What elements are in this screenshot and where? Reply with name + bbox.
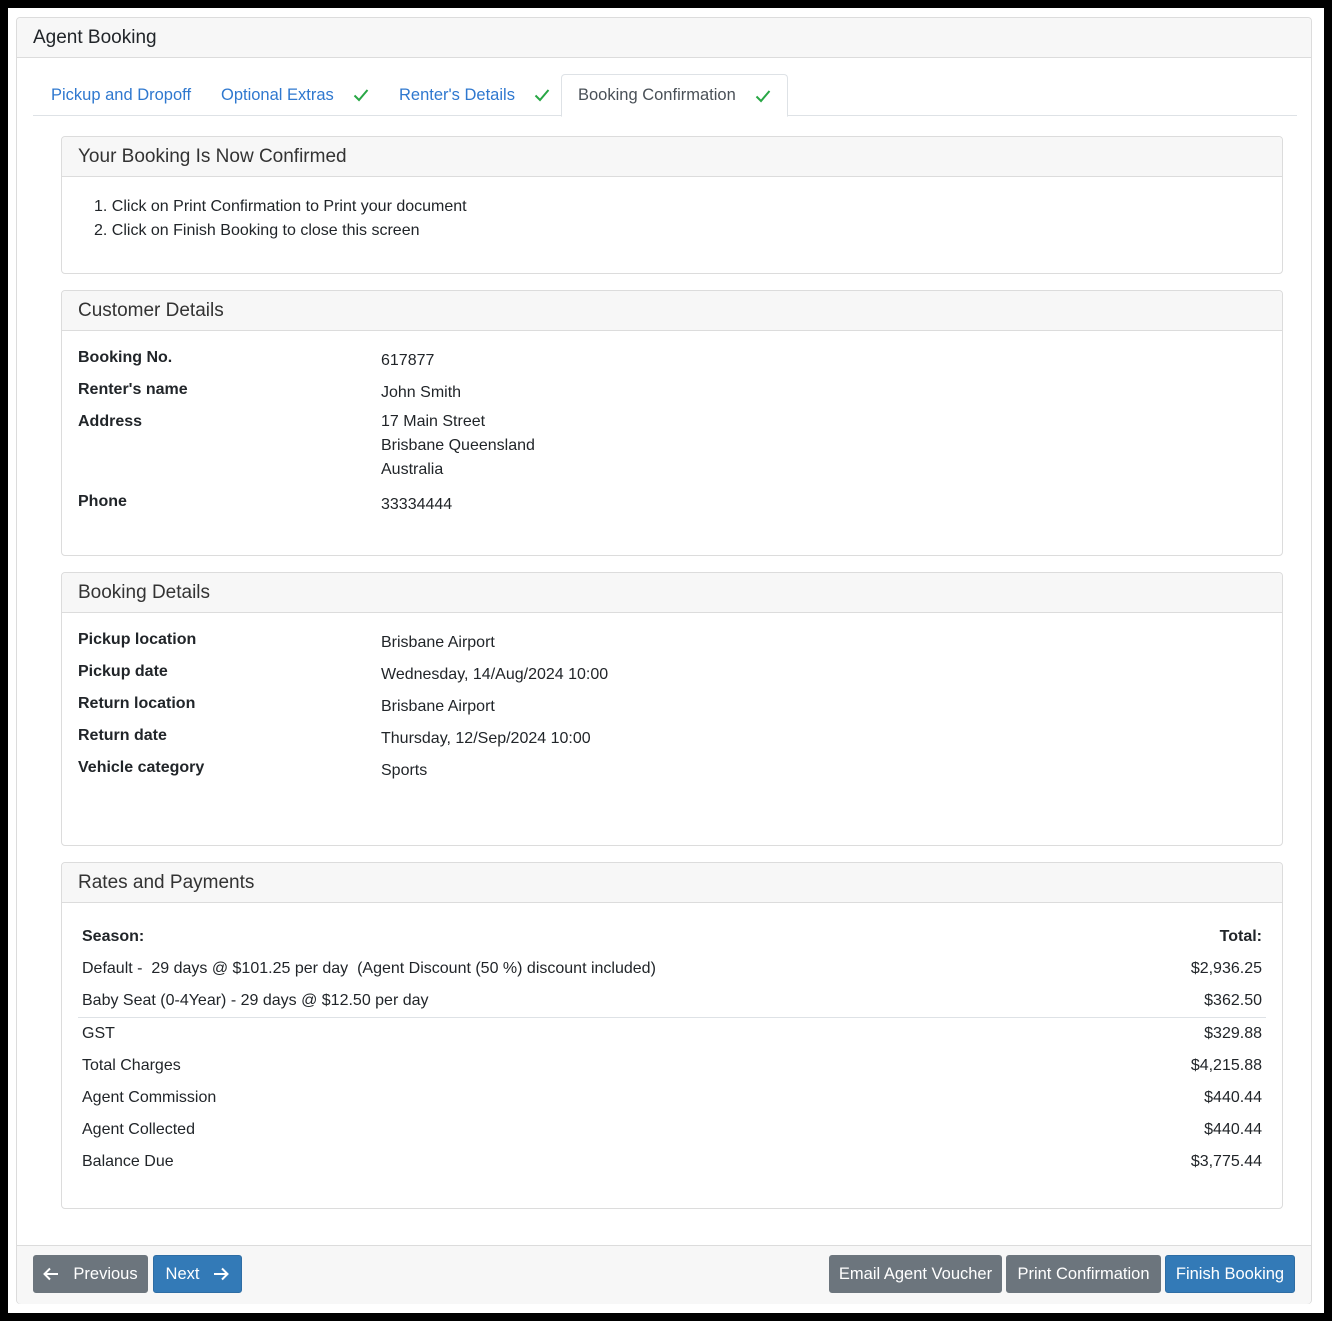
detail-label: Renter's name: [78, 381, 188, 398]
tab-booking-confirmation[interactable]: Booking Confirmation: [561, 74, 788, 117]
summary-label: Total Charges: [82, 1057, 181, 1074]
rate-amount: $362.50: [1204, 992, 1262, 1009]
finish-booking-button[interactable]: Finish Booking: [1165, 1255, 1295, 1293]
booking-details-panel: Booking Details Pickup location Brisbane…: [61, 572, 1283, 846]
table-row: Agent Commission $440.44: [78, 1082, 1266, 1114]
summary-amount: $4,215.88: [1190, 1057, 1262, 1074]
tab-label: Optional Extras: [221, 85, 334, 104]
table-row: GST $329.88: [78, 1018, 1266, 1050]
detail-label: Pickup date: [78, 663, 168, 680]
summary-amount: $440.44: [1204, 1121, 1262, 1138]
panel-title: Rates and Payments: [62, 863, 1282, 903]
next-button[interactable]: Next: [153, 1255, 242, 1293]
page: Agent Booking Pickup and Dropoff Optiona…: [8, 8, 1324, 1313]
list-item: 2. Click on Finish Booking to close this…: [94, 222, 420, 239]
button-label: Previous: [73, 1264, 138, 1283]
confirmation-panel: Your Booking Is Now Confirmed 1. Click o…: [61, 136, 1283, 274]
instruction-list: 1. Click on Print Confirmation to Print …: [94, 195, 467, 243]
previous-button[interactable]: Previous: [33, 1255, 148, 1293]
detail-label: Phone: [78, 493, 127, 510]
button-label: Email Agent Voucher: [838, 1264, 993, 1283]
rates-header-row: Season: Total:: [78, 921, 1266, 953]
tab-label: Pickup and Dropoff: [51, 85, 192, 104]
season-header: Season:: [82, 928, 145, 945]
panel-title: Booking Details: [62, 573, 1282, 613]
table-row: Baby Seat (0-4Year) - 29 days @ $12.50 p…: [78, 985, 1266, 1017]
agent-booking-card: Agent Booking Pickup and Dropoff Optiona…: [16, 17, 1312, 1304]
phone-value: 33334444: [381, 496, 453, 513]
tab-renters-details[interactable]: Renter's Details: [383, 74, 566, 116]
customer-details-panel: Customer Details Booking No. 617877 Rent…: [61, 290, 1283, 556]
table-row: Agent Collected $440.44: [78, 1114, 1266, 1146]
return-location: Brisbane Airport: [381, 698, 495, 715]
email-agent-voucher-button[interactable]: Email Agent Voucher: [829, 1255, 1002, 1293]
tab-bar: Pickup and Dropoff Optional Extras Rente…: [33, 74, 1297, 117]
footer-bar: Previous Next Email Agent Voucher Print …: [17, 1245, 1311, 1304]
detail-label: Booking No.: [78, 349, 173, 366]
check-icon: [755, 89, 771, 103]
rate-description: Default - 29 days @ $101.25 per day (Age…: [82, 960, 656, 977]
pickup-location: Brisbane Airport: [381, 634, 495, 651]
rate-amount: $2,936.25: [1190, 960, 1262, 977]
detail-label: Return date: [78, 727, 167, 744]
page-title: Agent Booking: [17, 18, 1311, 58]
tab-label: Renter's Details: [399, 85, 515, 104]
table-row: Default - 29 days @ $101.25 per day (Age…: [78, 953, 1266, 985]
panel-title: Customer Details: [62, 291, 1282, 331]
check-icon: [534, 88, 550, 102]
detail-label: Return location: [78, 695, 196, 712]
check-icon: [353, 88, 369, 102]
panel-title: Your Booking Is Now Confirmed: [62, 137, 1282, 177]
tab-pickup-dropoff[interactable]: Pickup and Dropoff: [35, 74, 207, 116]
rate-description: Baby Seat (0-4Year) - 29 days @ $12.50 p…: [82, 992, 429, 1009]
rates-payments-panel: Rates and Payments Season: Total: Defaul…: [61, 862, 1283, 1209]
table-row: Balance Due $3,775.44: [78, 1146, 1266, 1178]
print-confirmation-button[interactable]: Print Confirmation: [1006, 1255, 1161, 1293]
detail-label: Vehicle category: [78, 759, 205, 776]
summary-label: GST: [82, 1025, 115, 1042]
summary-label: Agent Collected: [82, 1121, 195, 1138]
button-label: Next: [165, 1264, 200, 1283]
booking-number: 617877: [381, 352, 435, 369]
list-item: 1. Click on Print Confirmation to Print …: [94, 198, 467, 215]
table-row: Total Charges $4,215.88: [78, 1050, 1266, 1082]
return-date: Thursday, 12/Sep/2024 10:00: [381, 730, 591, 747]
arrow-right-icon: [213, 1267, 230, 1281]
detail-label: Pickup location: [78, 631, 197, 648]
pickup-date: Wednesday, 14/Aug/2024 10:00: [381, 666, 609, 683]
summary-amount: $440.44: [1204, 1089, 1262, 1106]
button-label: Finish Booking: [1175, 1264, 1285, 1283]
renter-name: John Smith: [381, 384, 462, 401]
summary-amount: $329.88: [1204, 1025, 1262, 1042]
vehicle-category: Sports: [381, 762, 428, 779]
button-label: Print Confirmation: [1017, 1264, 1150, 1283]
tab-label: Booking Confirmation: [578, 86, 736, 104]
arrow-left-icon: [43, 1267, 59, 1281]
tab-optional-extras[interactable]: Optional Extras: [205, 74, 385, 116]
detail-label: Address: [78, 413, 143, 430]
address-value: 17 Main Street Brisbane Queensland Austr…: [381, 413, 535, 478]
summary-label: Balance Due: [82, 1153, 174, 1170]
total-header: Total:: [1219, 928, 1262, 945]
summary-amount: $3,775.44: [1190, 1153, 1262, 1170]
summary-label: Agent Commission: [82, 1089, 217, 1106]
